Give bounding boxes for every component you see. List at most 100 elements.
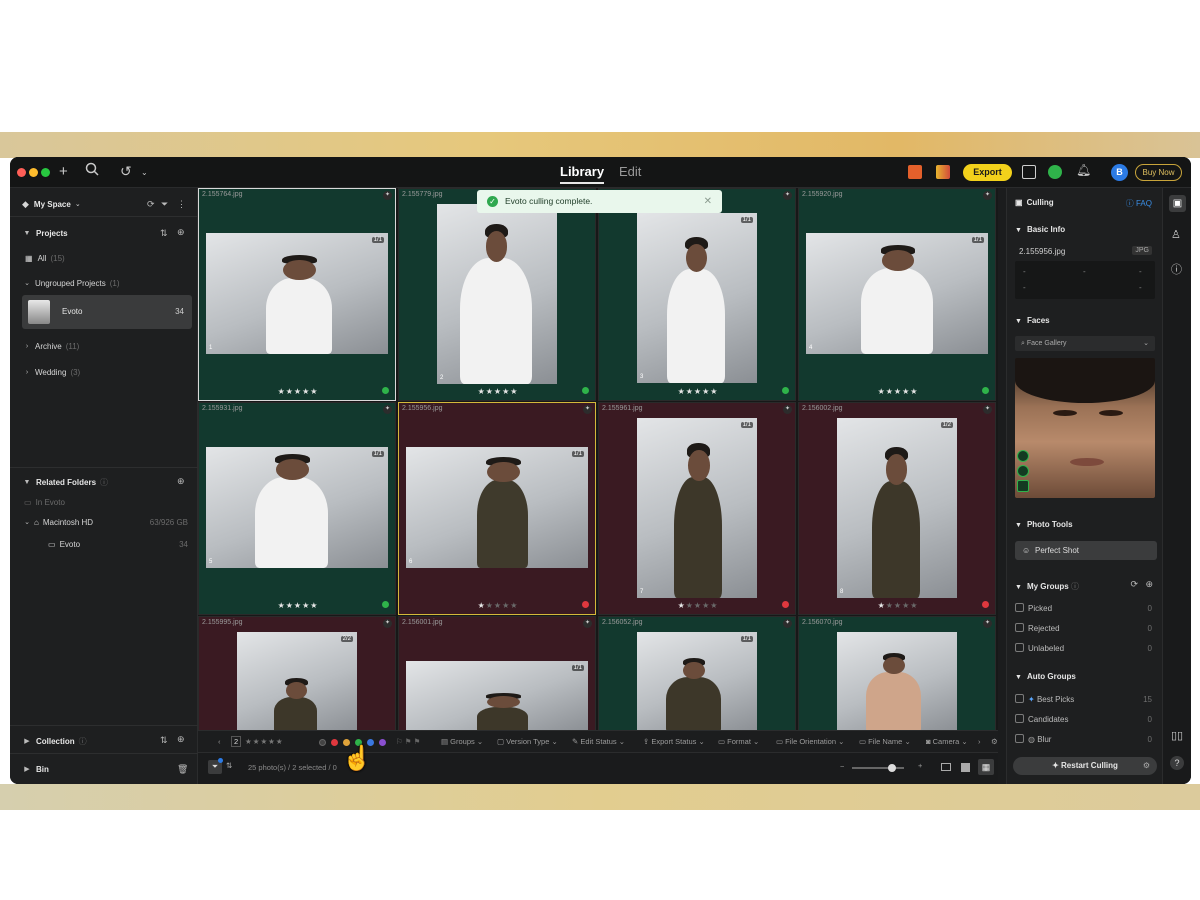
star-rating[interactable]: ★★★★★ — [799, 387, 997, 396]
color-label-dot[interactable] — [782, 387, 789, 394]
star-icon[interactable]: ★ — [286, 387, 294, 396]
group-candidates[interactable]: Candidates — [1015, 714, 1068, 724]
compare-view-icon[interactable] — [941, 763, 951, 771]
star-icon[interactable]: ★ — [678, 387, 686, 396]
checkbox[interactable] — [1015, 623, 1024, 632]
star-rating[interactable]: ★★★★★ — [599, 601, 797, 610]
star-icon[interactable]: ★ — [494, 387, 502, 396]
star-icon[interactable]: ★ — [710, 601, 718, 610]
bin-header[interactable]: ▶ Bin — [10, 759, 198, 779]
sort-icon[interactable]: ⇅ — [160, 735, 168, 746]
star-icon[interactable]: ★ — [910, 601, 918, 610]
smile-icon[interactable] — [1017, 480, 1029, 492]
star-icon[interactable]: ★ — [310, 387, 318, 396]
sort-icon[interactable]: ⇅ — [226, 761, 232, 770]
star-icon[interactable]: ★ — [310, 601, 318, 610]
filter-icon[interactable]: ⏷ — [161, 199, 168, 210]
color-label-dot[interactable] — [982, 387, 989, 394]
camera-filter[interactable]: ◙ Camera ⌄ — [926, 737, 968, 746]
help-icon[interactable]: ? — [1170, 756, 1184, 770]
star-icon[interactable]: ★ — [294, 601, 302, 610]
star-icon[interactable]: ★ — [678, 601, 686, 610]
add-group-icon[interactable]: ⊕ — [1145, 579, 1153, 590]
photo-cell[interactable]: 2.155920.jpg ✦ 1/1 4 ★★★★★ — [798, 188, 996, 401]
face-detect-icon[interactable] — [1017, 465, 1029, 477]
file-orientation-filter[interactable]: ▭ File Orientation ⌄ — [776, 737, 844, 746]
color-label-dot[interactable] — [382, 387, 389, 394]
format-filter[interactable]: ▭ Format ⌄ — [718, 737, 759, 746]
star-icon[interactable]: ★ — [886, 387, 894, 396]
star-icon[interactable]: ★ — [486, 601, 494, 610]
restart-culling-button[interactable]: ✦ Restart Culling ⚙ — [1013, 757, 1157, 775]
trash-icon[interactable]: 🗑︎ — [177, 764, 188, 775]
star-icon[interactable]: ★ — [294, 387, 302, 396]
star-icon[interactable]: ★ — [686, 387, 694, 396]
star-icon[interactable]: ★ — [486, 387, 494, 396]
group-unlabeled[interactable]: Unlabeled — [1015, 643, 1064, 653]
color-filter-purple[interactable] — [379, 739, 386, 746]
edit-status-filter[interactable]: ✎ Edit Status ⌄ — [572, 737, 625, 746]
star-rating[interactable]: ★★★★★ — [799, 601, 997, 610]
buy-now-button[interactable]: Buy Now — [1135, 164, 1182, 181]
rating-filter[interactable]: ★★★★★ — [245, 737, 284, 746]
help-icon[interactable]: ⓘ — [1071, 582, 1079, 591]
help-icon[interactable]: ⓘ — [79, 736, 87, 747]
search-icon[interactable] — [85, 162, 99, 180]
gift-icon[interactable] — [908, 165, 922, 179]
color-label-dot[interactable] — [582, 387, 589, 394]
refresh-icon[interactable]: ⟳ — [147, 199, 155, 210]
star-icon[interactable]: ★ — [894, 601, 902, 610]
zoom-slider[interactable] — [852, 767, 904, 769]
group-rejected[interactable]: Rejected — [1015, 623, 1060, 633]
star-icon[interactable]: ★ — [710, 387, 718, 396]
space-selector[interactable]: ◆ My Space ⌄ — [10, 194, 198, 214]
photo-cell[interactable]: 2.155956.jpg ✦ 1/1 6 ★★★★★ — [398, 402, 596, 615]
zoom-window-button[interactable] — [41, 168, 50, 177]
photo-cell[interactable]: 2.156070.jpg ✦ — [798, 616, 996, 730]
chevron-right-icon[interactable]: › — [978, 737, 981, 746]
chevron-down-icon[interactable]: ⌄ — [141, 168, 148, 177]
chevron-left-icon[interactable]: ‹ — [218, 737, 221, 746]
star-icon[interactable]: ★ — [878, 601, 886, 610]
file-name-filter[interactable]: ▭ File Name ⌄ — [859, 737, 911, 746]
zoom-in-icon[interactable]: + — [918, 761, 922, 770]
photo-cell[interactable]: 2.155779.jpg✦2★★★★★ — [398, 188, 596, 401]
checkbox[interactable] — [1015, 734, 1024, 743]
more-icon[interactable]: ⋮ — [177, 199, 186, 210]
sidebar-item-wedding[interactable]: › Wedding (3) — [10, 362, 198, 382]
color-label-dot[interactable] — [382, 601, 389, 608]
sidebar-item-ungrouped[interactable]: ⌄ Ungrouped Projects (1) — [10, 273, 198, 293]
star-icon[interactable]: ★ — [278, 387, 286, 396]
bell-icon[interactable]: 🔔︎ — [1076, 163, 1091, 177]
photo-cell[interactable]: 2.156001.jpg ✦ 1/1 — [398, 616, 596, 730]
avatar[interactable]: B — [1111, 164, 1128, 181]
add-project-icon[interactable]: ⊕ — [177, 227, 185, 238]
star-icon[interactable]: ★ — [278, 601, 286, 610]
star-icon[interactable]: ★ — [910, 387, 918, 396]
grid-view-icon[interactable]: ▦ — [978, 759, 994, 775]
my-groups-header[interactable]: ▼ My Groups ⓘ — [1015, 581, 1079, 592]
sync-icon[interactable] — [1048, 165, 1062, 179]
add-folder-icon[interactable]: ⊕ — [177, 476, 185, 487]
close-window-button[interactable] — [17, 168, 26, 177]
auto-groups-header[interactable]: ▼ Auto Groups — [1015, 672, 1076, 681]
zoom-slider-handle[interactable] — [888, 764, 896, 772]
faq-link[interactable]: ⓘ FAQ — [1126, 198, 1152, 209]
star-icon[interactable]: ★ — [286, 601, 294, 610]
photo-cell[interactable]: 2.156052.jpg ✦ 1/1 — [598, 616, 796, 730]
tab-edit[interactable]: Edit — [619, 164, 641, 179]
sort-icon[interactable]: ⇅ — [160, 228, 168, 239]
star-icon[interactable]: ★ — [510, 601, 518, 610]
color-label-dot[interactable] — [982, 601, 989, 608]
basic-info-header[interactable]: ▼ Basic Info — [1015, 225, 1065, 234]
groups-filter[interactable]: ▤ Groups ⌄ — [441, 737, 483, 746]
panel-icon[interactable] — [1022, 165, 1036, 179]
star-icon[interactable]: ★ — [686, 601, 694, 610]
star-icon[interactable]: ★ — [878, 387, 886, 396]
related-folders-header[interactable]: ▼ Related Folders ⓘ — [10, 472, 198, 492]
star-icon[interactable]: ★ — [886, 601, 894, 610]
culling-panel-icon[interactable]: ▣ — [1169, 195, 1186, 212]
checkbox[interactable] — [1015, 714, 1024, 723]
settings-icon[interactable]: ⚙ — [991, 737, 998, 746]
export-status-filter[interactable]: ⇪ Export Status ⌄ — [643, 737, 705, 746]
